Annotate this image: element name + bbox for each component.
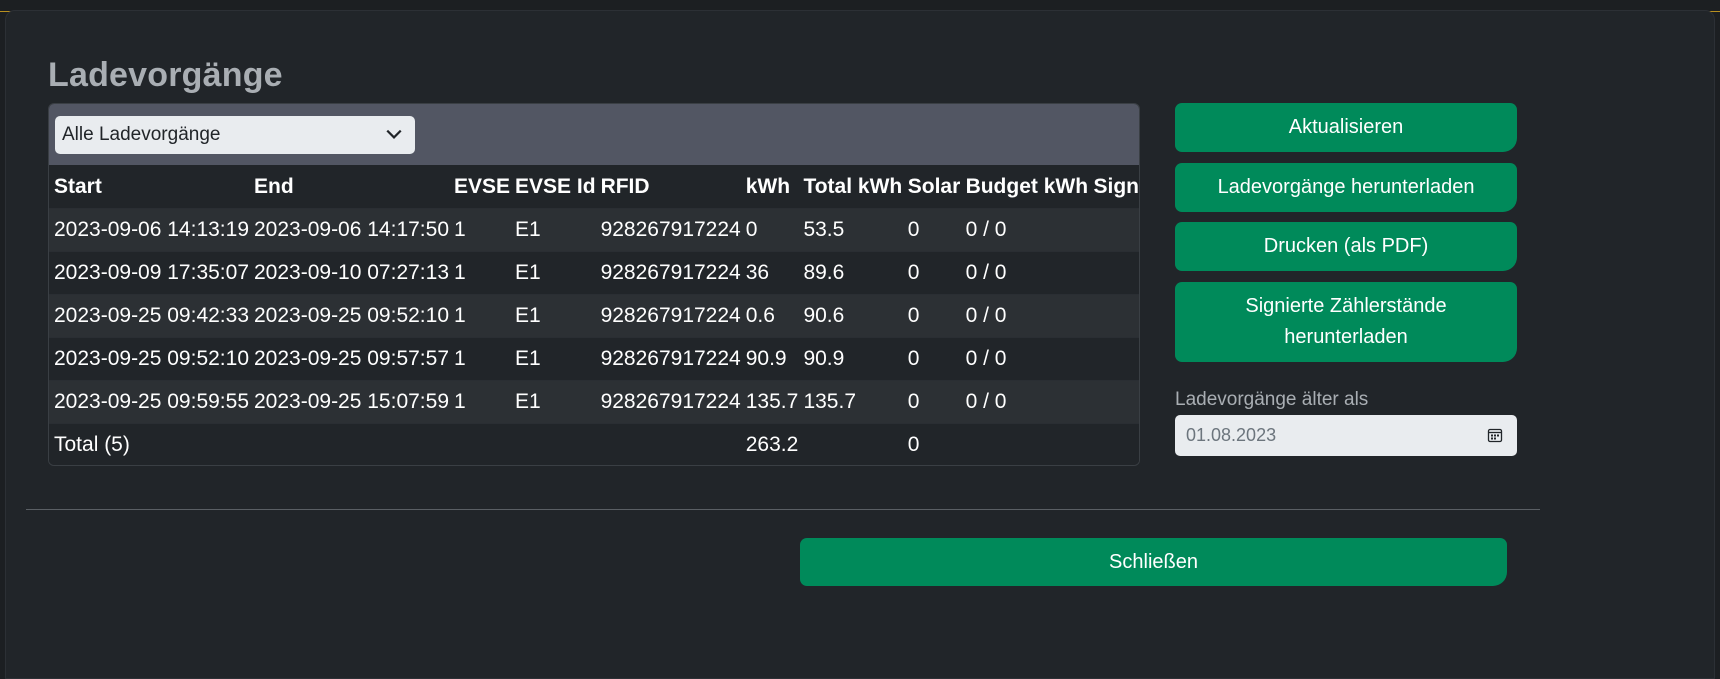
close-button[interactable]: Schließen bbox=[800, 538, 1507, 586]
cell-solar: 0 bbox=[902, 208, 961, 252]
cell-budget: 0 / 0 bbox=[960, 380, 1089, 424]
cell-sign bbox=[1088, 337, 1139, 381]
cell-kwh: 135.7 bbox=[740, 380, 799, 424]
cell-total-kwh: 90.6 bbox=[798, 294, 903, 338]
cell-start: 2023-09-09 17:35:07 bbox=[49, 251, 249, 295]
modal-title: Ladevorgänge bbox=[48, 56, 283, 94]
cell-start: 2023-09-06 14:13:19 bbox=[49, 208, 249, 252]
cell-sign bbox=[1088, 380, 1139, 424]
charges-table-card: Alle Ladevorgänge Start End EVSE EVSE Id… bbox=[48, 103, 1140, 466]
table-header-row: Start End EVSE EVSE Id RFID kWh Total kW… bbox=[49, 165, 1139, 209]
column-header-rfid[interactable]: RFID bbox=[595, 165, 741, 209]
chevron-down-icon bbox=[386, 129, 402, 139]
download-charges-button[interactable]: Ladevorgänge herunterladen bbox=[1175, 163, 1517, 212]
cell-rfid: 928267917224 bbox=[595, 294, 741, 338]
table-row: 2023-09-25 09:59:55 2023-09-25 15:07:59 … bbox=[49, 380, 1139, 424]
charges-table: Start End EVSE EVSE Id RFID kWh Total kW… bbox=[49, 165, 1139, 465]
column-header-evse[interactable]: EVSE bbox=[449, 165, 511, 209]
cell-evse-id: E1 bbox=[510, 294, 596, 338]
cell-evse: 1 bbox=[449, 294, 511, 338]
cell-sign bbox=[1088, 294, 1139, 338]
cell-start: 2023-09-25 09:42:33 bbox=[49, 294, 249, 338]
cell-total-kwh: 53.5 bbox=[798, 208, 903, 252]
cell-sign bbox=[1088, 251, 1139, 295]
total-empty-cell bbox=[449, 423, 511, 465]
cell-end: 2023-09-25 09:52:10 bbox=[249, 294, 449, 338]
total-empty-cell bbox=[249, 423, 449, 465]
cell-budget: 0 / 0 bbox=[960, 251, 1089, 295]
signed-button-line-1: Signierte Zählerstände bbox=[1245, 295, 1447, 317]
total-empty-cell bbox=[510, 423, 596, 465]
total-empty-cell bbox=[960, 423, 1089, 465]
cell-evse-id: E1 bbox=[510, 380, 596, 424]
cell-solar: 0 bbox=[902, 294, 961, 338]
cell-total-kwh: 89.6 bbox=[798, 251, 903, 295]
column-header-evse-id[interactable]: EVSE Id bbox=[510, 165, 596, 209]
cell-start: 2023-09-25 09:59:55 bbox=[49, 380, 249, 424]
column-header-total-kwh[interactable]: Total kWh bbox=[798, 165, 903, 209]
cell-solar: 0 bbox=[902, 251, 961, 295]
cell-start: 2023-09-25 09:52:10 bbox=[49, 337, 249, 381]
older-than-date-input[interactable]: 01.08.2023 bbox=[1175, 415, 1517, 456]
cell-end: 2023-09-06 14:17:50 bbox=[249, 208, 449, 252]
total-empty-cell bbox=[798, 423, 903, 465]
cell-evse-id: E1 bbox=[510, 208, 596, 252]
cell-kwh: 0.6 bbox=[740, 294, 799, 338]
print-pdf-button[interactable]: Drucken (als PDF) bbox=[1175, 222, 1517, 271]
charge-filter-value: Alle Ladevorgänge bbox=[62, 124, 221, 145]
cell-evse-id: E1 bbox=[510, 251, 596, 295]
table-row: 2023-09-25 09:42:33 2023-09-25 09:52:10 … bbox=[49, 294, 1139, 338]
table-total-row: Total (5) 263.2 0 bbox=[49, 423, 1139, 465]
cell-rfid: 928267917224 bbox=[595, 251, 741, 295]
column-header-end[interactable]: End bbox=[249, 165, 449, 209]
total-kwh: 263.2 bbox=[740, 423, 799, 465]
cell-kwh: 90.9 bbox=[740, 337, 799, 381]
older-than-label: Ladevorgänge älter als bbox=[1175, 389, 1369, 410]
total-empty-cell bbox=[595, 423, 741, 465]
cell-total-kwh: 90.9 bbox=[798, 337, 903, 381]
column-header-sign[interactable]: Sign bbox=[1088, 165, 1139, 209]
footer-divider bbox=[26, 509, 1540, 510]
total-label: Total (5) bbox=[49, 423, 249, 465]
column-header-solar[interactable]: Solar bbox=[902, 165, 961, 209]
cell-budget: 0 / 0 bbox=[960, 294, 1089, 338]
cell-total-kwh: 135.7 bbox=[798, 380, 903, 424]
cell-evse: 1 bbox=[449, 337, 511, 381]
total-empty-cell bbox=[1088, 423, 1139, 465]
cell-sign bbox=[1088, 208, 1139, 252]
cell-end: 2023-09-10 07:27:13 bbox=[249, 251, 449, 295]
cell-budget: 0 / 0 bbox=[960, 337, 1089, 381]
signed-button-line-2: herunterladen bbox=[1284, 326, 1408, 348]
cell-end: 2023-09-25 15:07:59 bbox=[249, 380, 449, 424]
cell-evse-id: E1 bbox=[510, 337, 596, 381]
column-header-start[interactable]: Start bbox=[49, 165, 249, 209]
cell-evse: 1 bbox=[449, 251, 511, 295]
older-than-date-value: 01.08.2023 bbox=[1186, 425, 1277, 445]
cell-evse: 1 bbox=[449, 380, 511, 424]
cell-kwh: 36 bbox=[740, 251, 799, 295]
cell-evse: 1 bbox=[449, 208, 511, 252]
table-row: 2023-09-06 14:13:19 2023-09-06 14:17:50 … bbox=[49, 208, 1139, 252]
cell-solar: 0 bbox=[902, 380, 961, 424]
cell-rfid: 928267917224 bbox=[595, 208, 741, 252]
table-row: 2023-09-09 17:35:07 2023-09-10 07:27:13 … bbox=[49, 251, 1139, 295]
filter-bar: Alle Ladevorgänge bbox=[49, 104, 1139, 165]
cell-kwh: 0 bbox=[740, 208, 799, 252]
cell-budget: 0 / 0 bbox=[960, 208, 1089, 252]
cell-end: 2023-09-25 09:57:57 bbox=[249, 337, 449, 381]
total-solar: 0 bbox=[902, 423, 961, 465]
download-signed-meter-readings-button[interactable]: Signierte Zählerstände herunterladen bbox=[1175, 282, 1517, 362]
calendar-icon[interactable] bbox=[1487, 427, 1503, 443]
charge-filter-select[interactable]: Alle Ladevorgänge bbox=[55, 116, 415, 154]
column-header-kwh[interactable]: kWh bbox=[740, 165, 799, 209]
column-header-budget-kwh[interactable]: Budget kWh bbox=[960, 165, 1089, 209]
refresh-button[interactable]: Aktualisieren bbox=[1175, 103, 1517, 152]
table-row: 2023-09-25 09:52:10 2023-09-25 09:57:57 … bbox=[49, 337, 1139, 381]
cell-rfid: 928267917224 bbox=[595, 380, 741, 424]
cell-rfid: 928267917224 bbox=[595, 337, 741, 381]
cell-solar: 0 bbox=[902, 337, 961, 381]
